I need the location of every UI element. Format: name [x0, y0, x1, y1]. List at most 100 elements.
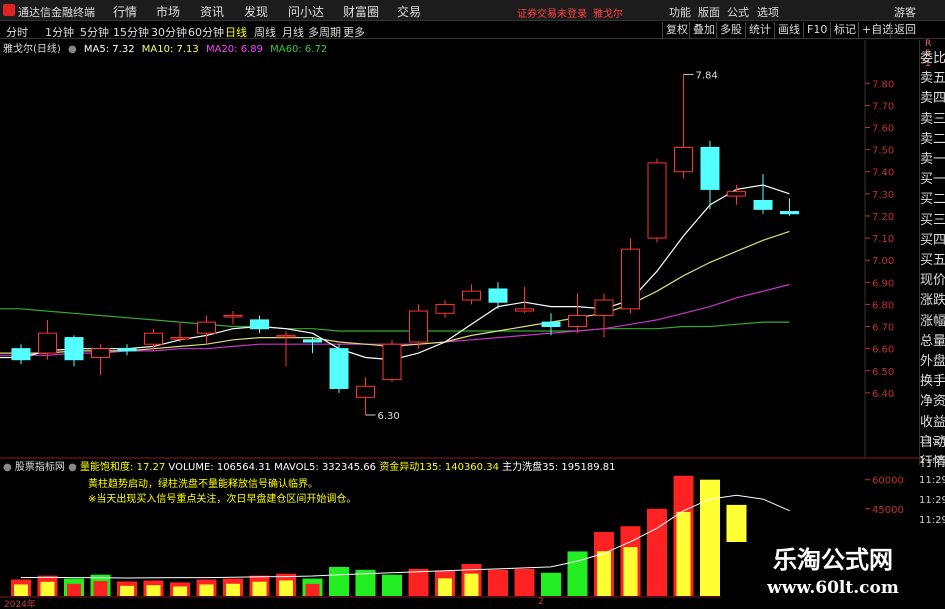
period-monthly[interactable]: 月线 — [282, 24, 304, 40]
y-tick-label: 6.70 — [872, 323, 894, 334]
indicator-value-2: MAVOL5: 332345.66 — [274, 462, 377, 473]
candle-body — [276, 334, 296, 338]
time-label: 11:29 — [919, 495, 945, 506]
period-15min[interactable]: 15分钟 — [113, 24, 149, 40]
volume-bar-inner — [146, 585, 161, 596]
side-tab-14[interactable]: 总量 — [920, 334, 945, 350]
volume-tick-label: 60000 — [872, 476, 904, 487]
volume-bar-inner — [464, 573, 479, 596]
y-tick-label: 7.60 — [872, 124, 894, 135]
menu-function[interactable]: 功能 — [669, 4, 691, 20]
side-tab-16[interactable]: 换手 — [920, 374, 945, 390]
date-label-mid: 2 — [538, 597, 544, 607]
side-tab-17[interactable]: 净资 — [920, 394, 945, 410]
ma10-line — [0, 230, 790, 354]
side-tab-7[interactable]: 买二 — [920, 192, 945, 208]
period-60min[interactable]: 60分钟 — [188, 24, 224, 40]
candle-body — [488, 288, 508, 303]
guest-label[interactable]: 游客 — [894, 4, 916, 20]
volume-bar-inner — [570, 564, 585, 596]
candle-body — [329, 348, 349, 389]
dot-icon: ● — [68, 462, 77, 473]
y-tick-label: 6.40 — [872, 389, 894, 400]
indicator-header: ● 股票指标网 ● 量能饱和度: 17.27 VOLUME: 106564.31… — [0, 458, 616, 473]
side-tab-15[interactable]: 外盘 — [920, 354, 945, 370]
dot-icon: ● — [68, 44, 77, 55]
side-tab-0[interactable]: 委比 — [920, 51, 945, 67]
side-tab-3[interactable]: 卖三 — [920, 112, 945, 128]
menu-quotes[interactable]: 行情 — [113, 3, 137, 20]
volume-bar-inner — [491, 577, 505, 596]
side-tab-4[interactable]: 卖二 — [920, 132, 945, 148]
candle-body — [223, 314, 243, 318]
side-tab-13[interactable]: 涨幅 — [920, 314, 945, 330]
menu-discover[interactable]: 发现 — [244, 3, 268, 20]
adjust-button[interactable]: 复权 — [662, 22, 691, 38]
watermark: 乐淘公式网 www.60lt.com — [721, 542, 945, 609]
side-tab-11[interactable]: 现价 — [920, 273, 945, 289]
period-30min[interactable]: 30分钟 — [151, 24, 187, 40]
indicator-title[interactable]: 股票指标网 — [15, 462, 65, 473]
volume-bar-inner — [411, 577, 426, 596]
period-daily[interactable]: 日线 — [225, 24, 247, 40]
menu-market[interactable]: 市场 — [156, 3, 180, 20]
period-toolbar: 分时 1分钟 5分钟 15分钟 30分钟 60分钟 日线 周线 月线 多周期 更… — [0, 21, 945, 39]
period-more[interactable]: 更多 — [343, 24, 365, 40]
period-weekly[interactable]: 周线 — [254, 24, 276, 40]
menu-ask-xiaoda[interactable]: 问小达 — [288, 3, 324, 20]
volume-bar-inner — [14, 584, 28, 596]
menu-wealth-circle[interactable]: 财富圈 — [343, 3, 379, 20]
period-1min[interactable]: 1分钟 — [45, 24, 74, 40]
f10-button[interactable]: F10 — [803, 22, 830, 38]
side-tab-5[interactable]: 卖一 — [920, 152, 945, 168]
volume-bar-inner — [252, 581, 267, 596]
side-tab-2[interactable]: 卖四 — [920, 91, 945, 107]
menu-layout[interactable]: 版面 — [698, 4, 720, 20]
mark-button[interactable]: 标记 — [830, 22, 859, 38]
menu-news[interactable]: 资讯 — [200, 3, 224, 20]
volume-bar-inner — [385, 581, 399, 596]
indicator-value-4: 主力洗盘35: 195189.81 — [502, 462, 616, 473]
candle-body — [727, 191, 746, 197]
period-multi[interactable]: 多周期 — [308, 24, 341, 40]
app-title: 通达信金融终端 — [18, 6, 95, 19]
draw-line-button[interactable]: 画线 — [774, 22, 803, 38]
side-tab-8[interactable]: 买三 — [920, 213, 945, 229]
candle-body — [382, 343, 402, 381]
candle-body — [568, 314, 587, 328]
menu-formula[interactable]: 公式 — [727, 4, 749, 20]
period-intraday[interactable]: 分时 — [6, 24, 28, 40]
y-tick-label: 7.80 — [872, 79, 894, 90]
volume-bar-inner — [650, 534, 664, 596]
multi-stock-button[interactable]: 多股 — [716, 22, 745, 38]
y-tick-label: 7.10 — [872, 234, 894, 245]
volume-bar-inner — [676, 511, 691, 596]
side-tab-18[interactable]: 收益 — [920, 415, 945, 431]
y-tick-label: 7.30 — [872, 190, 894, 201]
ma60-line — [0, 308, 790, 332]
menu-trade[interactable]: 交易 — [397, 3, 421, 20]
side-tab-10[interactable]: 买五 — [920, 253, 945, 269]
statistics-button[interactable]: 统计 — [745, 22, 774, 38]
volume-bar-inner — [544, 579, 558, 596]
side-tab-9[interactable]: 买四 — [920, 233, 945, 249]
low-marker-label: 6.30 — [378, 411, 400, 422]
side-tab-6[interactable]: 买一 — [920, 172, 945, 188]
trading-terminal-window: { "app": { "title": "通达信金融终端", "menus": … — [0, 0, 945, 609]
watermark-url: www.60lt.com — [767, 578, 899, 598]
candle-body — [197, 321, 216, 334]
back-button[interactable]: 返回 — [890, 22, 919, 38]
volume-bar-inner — [517, 577, 532, 596]
menu-options[interactable]: 选项 — [757, 4, 779, 20]
price-chart[interactable]: 7.80 7.70 7.60 7.50 7.40 7.30 7.20 7.10 7.00 6.90… — [0, 40, 919, 609]
side-tab-12[interactable]: 涨跌 — [920, 293, 945, 309]
period-5min[interactable]: 5分钟 — [80, 24, 109, 40]
volume-bar-inner — [438, 578, 452, 596]
ma5-line — [0, 184, 790, 361]
volume-bar-inner — [703, 514, 717, 596]
overlay-button[interactable]: 叠加 — [689, 22, 718, 38]
y-tick-label: 7.70 — [872, 101, 894, 112]
side-tab-1[interactable]: 卖五 — [920, 71, 945, 87]
volume-bar-inner — [226, 583, 240, 596]
indicator-note-2: ※当天出现买入信号重点关注，次日早盘建仓区间开始调仓。 — [88, 494, 357, 505]
